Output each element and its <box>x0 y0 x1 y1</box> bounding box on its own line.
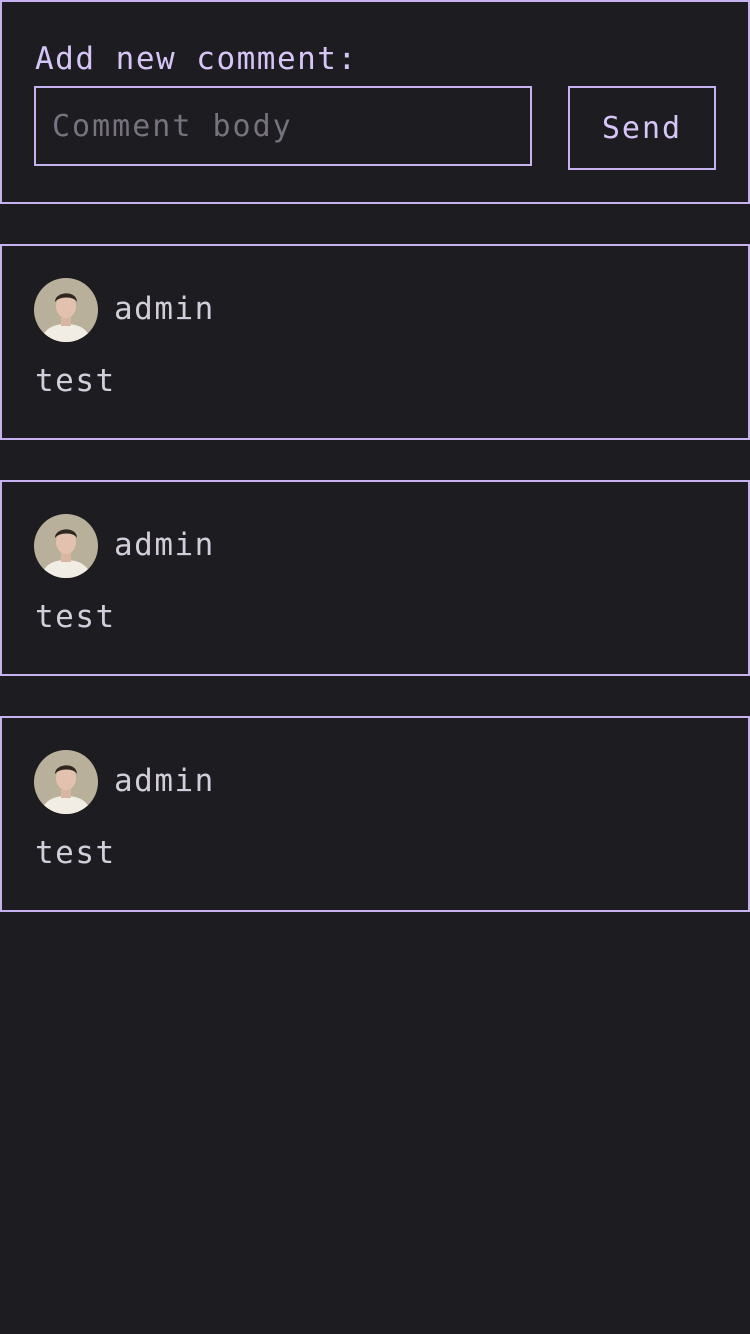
new-comment-label: Add new comment: <box>35 41 358 77</box>
comment-body: test <box>35 363 116 399</box>
comment-card: admin test <box>0 480 750 676</box>
comment-author: admin <box>114 291 215 327</box>
avatar <box>34 278 98 342</box>
comment-author: admin <box>114 527 215 563</box>
new-comment-form: Add new comment: Send <box>0 0 750 204</box>
comment-body: test <box>35 599 116 635</box>
user-avatar-icon <box>34 278 98 342</box>
comment-body-input[interactable] <box>34 86 532 166</box>
comment-body: test <box>35 835 116 871</box>
user-avatar-icon <box>34 750 98 814</box>
comment-card: admin test <box>0 244 750 440</box>
comment-author: admin <box>114 763 215 799</box>
send-button[interactable]: Send <box>568 86 716 170</box>
avatar <box>34 750 98 814</box>
user-avatar-icon <box>34 514 98 578</box>
avatar <box>34 514 98 578</box>
comment-card: admin test <box>0 716 750 912</box>
